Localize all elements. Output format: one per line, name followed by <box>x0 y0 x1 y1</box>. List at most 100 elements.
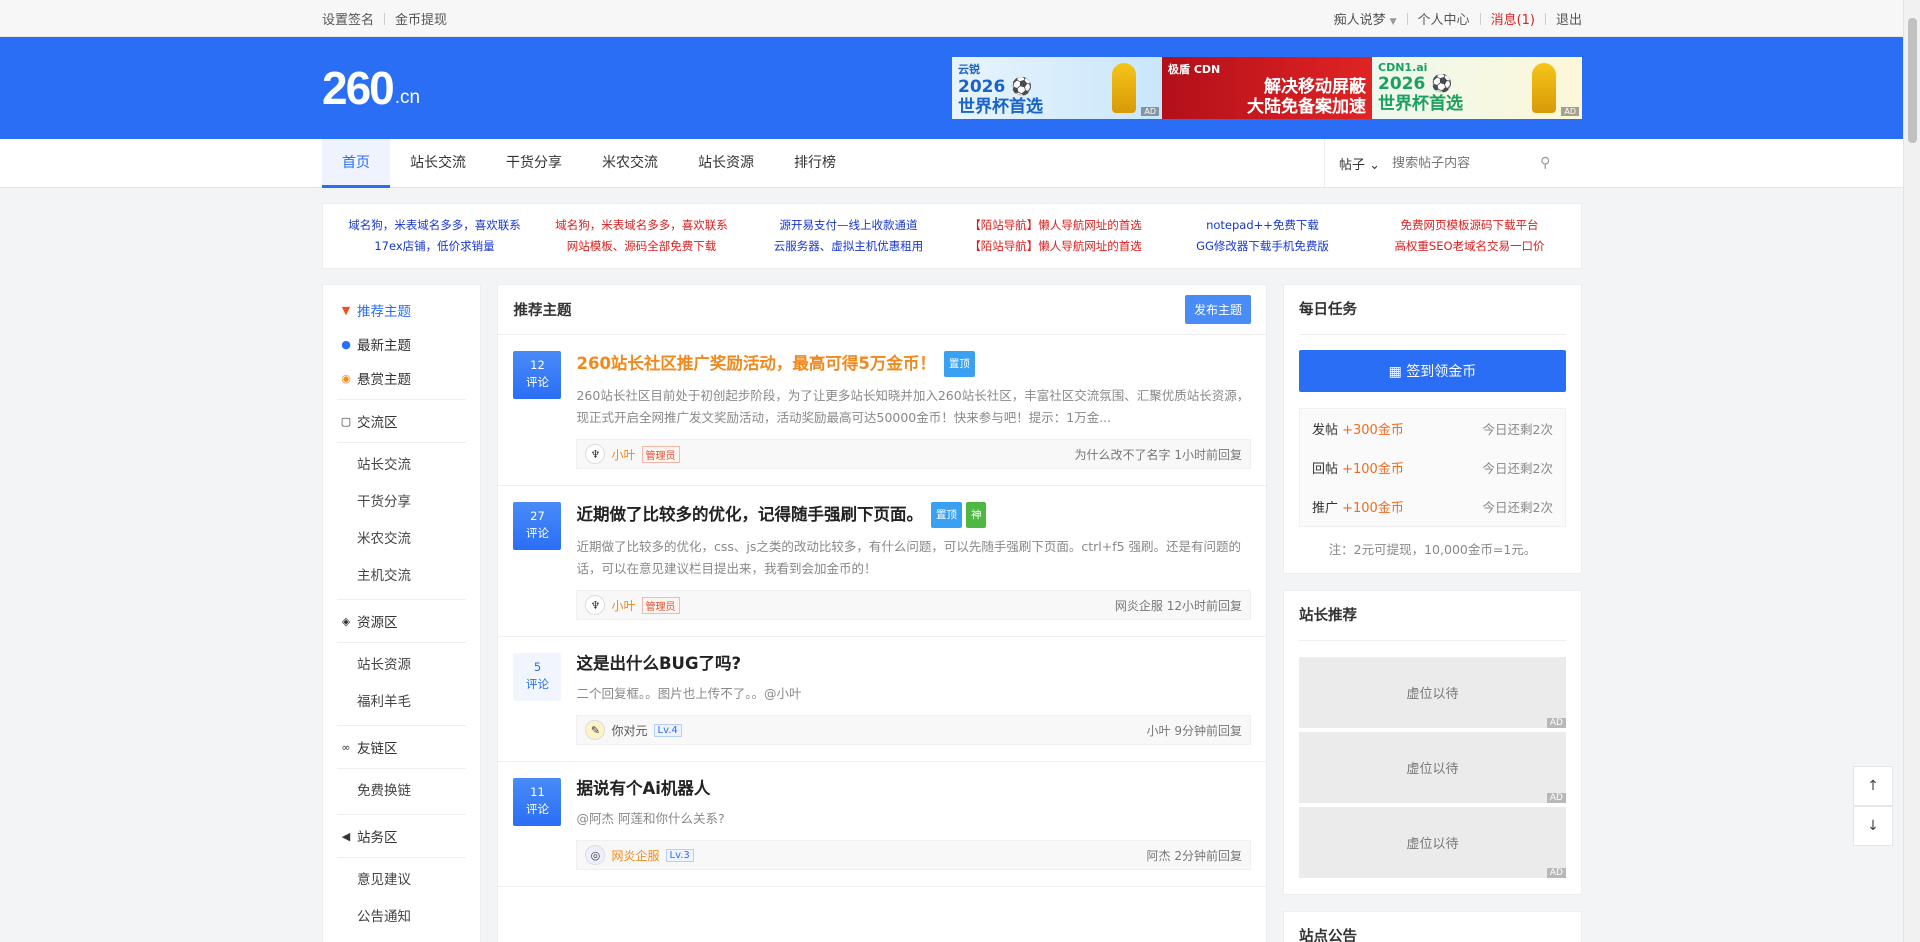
nav-home[interactable]: 首页 <box>322 139 390 188</box>
publish-topic-button[interactable]: 发布主题 <box>1184 295 1251 324</box>
left-sidebar: ▼ 推荐主题 ● 最新主题 ◉ 悬赏主题 ▢ 交流区 站长交流 干货分享 米农交流 主机… <box>322 284 482 942</box>
logout-link[interactable]: 退出 <box>1556 9 1582 28</box>
post-excerpt: 二个回复框。。图片也上传不了。。@小叶 <box>576 686 802 701</box>
task-row: 回帖 +100金币 今日还剩2次 <box>1311 461 1553 477</box>
arrow-down-icon: ↓ <box>1867 818 1879 834</box>
sidebar-item-webmaster[interactable]: 站长交流 <box>323 447 480 484</box>
avatar[interactable]: ◎ <box>585 845 606 865</box>
last-reply: 为什么改不了名字 1小时前回复 <box>1074 447 1242 462</box>
divider <box>337 642 467 643</box>
chat-icon: ▢ <box>340 414 352 428</box>
header-ad-2[interactable]: 极盾 CDN 解决移动屏蔽 大陆免备案加速 <box>1162 57 1372 119</box>
avatar[interactable]: ♆ <box>585 444 606 464</box>
author-name[interactable]: 小叶 <box>611 446 635 463</box>
divider <box>337 814 467 815</box>
sidebar-item-recommended[interactable]: ▼ 推荐主题 <box>323 293 480 327</box>
post-meta: ✎ 你对元 Lv.4 小叶 9分钟前回复 <box>576 715 1251 745</box>
text-link[interactable]: 网站模板、源码全部免费下载 <box>538 238 745 255</box>
text-link[interactable]: notepad++免费下载 <box>1159 217 1366 234</box>
scroll-top-button[interactable]: ↑ <box>1853 766 1893 806</box>
search-type-select[interactable]: 帖子 ⌄ <box>1339 154 1380 173</box>
avatar[interactable]: ✎ <box>585 720 606 740</box>
sidebar-section-title: ◀ 站务区 <box>323 819 480 853</box>
chevron-down-icon: ⌄ <box>1369 157 1381 173</box>
comment-count: 5 评论 <box>513 653 562 701</box>
author-name[interactable]: 你对元 <box>611 722 647 739</box>
author-name[interactable]: 小叶 <box>611 597 635 614</box>
card-title: 站点公告 <box>1299 912 1566 942</box>
nav-resources[interactable]: 站长资源 <box>678 139 774 187</box>
nav-webmaster-talk[interactable]: 站长交流 <box>390 139 486 187</box>
arrow-up-icon: ↑ <box>1867 778 1879 794</box>
nav-ranking[interactable]: 排行榜 <box>774 139 856 187</box>
post-excerpt: 近期做了比较多的优化，css、js之类的改动比较多，有什么问题，可以先随手强刷下… <box>576 539 1242 576</box>
list-item: 27 评论 近期做了比较多的优化，记得随手强刷下页面。 置顶神 近期做了比较多的优化… <box>498 486 1266 637</box>
sidebar-section-title: ∞ 友链区 <box>323 730 480 764</box>
main-nav: 首页 站长交流 干货分享 米农交流 站长资源 排行榜 帖子 ⌄ ⚲ <box>0 139 1920 188</box>
sidebar-item-domain[interactable]: 米农交流 <box>323 521 480 558</box>
sidebar-item-feedback[interactable]: 意见建议 <box>323 862 480 899</box>
ad-slot[interactable]: 虚位以待 AD <box>1298 807 1566 878</box>
ad-slot[interactable]: 虚位以待 AD <box>1298 657 1566 728</box>
ad-tag: AD <box>1546 793 1566 803</box>
layers-icon: ◈ <box>341 614 351 628</box>
text-link[interactable]: 免费网页模板源码下载平台 <box>1366 217 1573 234</box>
text-link[interactable]: 域名狗，米表域名多多，喜欢联系 <box>538 217 745 234</box>
withdraw-link[interactable]: 金币提现 <box>395 9 447 28</box>
recommend-card: 站长推荐 虚位以待 AD 虚位以待 AD 虚位以待 AD <box>1282 590 1582 895</box>
text-link[interactable]: 云服务器、虚拟主机优惠租用 <box>745 238 952 255</box>
user-menu[interactable]: 痴人说梦 ▼ <box>1334 9 1397 28</box>
nav-domain-talk[interactable]: 米农交流 <box>582 139 678 187</box>
search-input[interactable] <box>1392 155 1533 171</box>
site-logo[interactable]: 260 .cn <box>322 65 420 111</box>
sidebar-item-hosting[interactable]: 主机交流 <box>323 558 480 595</box>
text-link[interactable]: 源开易支付—线上收款通道 <box>745 217 952 234</box>
messages-link[interactable]: 消息(1) <box>1491 9 1535 28</box>
text-link[interactable]: 域名狗，米表域名多多，喜欢联系 <box>331 217 538 234</box>
text-link[interactable]: GG修改器下载手机免费版 <box>1159 238 1366 255</box>
sidebar-item-tips[interactable]: 干货分享 <box>323 484 480 521</box>
sidebar-item-freebies[interactable]: 福利羊毛 <box>323 684 480 721</box>
post-title[interactable]: 260站长社区推广奖励活动，最高可得5万金币！ 置顶 <box>576 351 1250 377</box>
search-icon[interactable]: ⚲ <box>1540 155 1550 171</box>
featured-badge: 神 <box>965 502 987 528</box>
text-link[interactable]: 17ex店铺，低价求销量 <box>331 238 538 255</box>
profile-link[interactable]: 个人中心 <box>1418 9 1470 28</box>
divider <box>1479 12 1481 25</box>
divider <box>337 442 467 443</box>
text-link[interactable]: 【陌站导航】懒人导航网址的首选 <box>952 217 1159 234</box>
sidebar-item-resources[interactable]: 站长资源 <box>323 647 480 684</box>
scrollbar-thumb[interactable] <box>1908 18 1917 143</box>
divider <box>337 725 467 726</box>
sign-in-button[interactable]: ▦ 签到领金币 <box>1298 350 1566 392</box>
divider <box>337 599 467 600</box>
nav-tips[interactable]: 干货分享 <box>486 139 582 187</box>
post-excerpt: @阿杰 阿莲和你什么关系? <box>576 811 725 826</box>
role-badge: 管理员 <box>641 445 680 463</box>
divider <box>384 12 386 25</box>
post-title[interactable]: 近期做了比较多的优化，记得随手强刷下页面。 置顶神 <box>576 502 1250 528</box>
sidebar-item-link-exchange[interactable]: 免费换链 <box>323 773 480 810</box>
ad-slot[interactable]: 虚位以待 AD <box>1298 732 1566 803</box>
post-meta: ◎ 网炎企服 Lv.3 阿杰 2分钟前回复 <box>576 840 1251 870</box>
topic-list: 推荐主题 发布主题 12 评论 260站长社区推广奖励活动，最高可得5万金币！ 置顶… <box>497 284 1267 942</box>
notice-card: 站点公告 <box>1282 911 1582 942</box>
list-item: 11 评论 据说有个Ai机器人 @阿杰 阿莲和你什么关系? ◎ 网炎企服 Lv.3 阿… <box>498 762 1266 887</box>
sidebar-item-latest[interactable]: ● 最新主题 <box>323 327 480 361</box>
scrollbar[interactable] <box>1903 0 1920 942</box>
scroll-bottom-button[interactable]: ↓ <box>1853 806 1893 846</box>
text-link[interactable]: 高权重SEO老域名交易一口价 <box>1366 238 1573 255</box>
header-ad-3[interactable]: CDN1.ai 2026 ⚽ 世界杯首选 AD <box>1372 57 1582 119</box>
post-title[interactable]: 这是出什么BUG了吗? <box>576 653 1250 675</box>
avatar[interactable]: ♆ <box>585 595 606 615</box>
post-title[interactable]: 据说有个Ai机器人 <box>576 778 1250 800</box>
sidebar-item-announcements[interactable]: 公告通知 <box>323 899 480 936</box>
text-link[interactable]: 【陌站导航】懒人导航网址的首选 <box>952 238 1159 255</box>
set-signature-link[interactable]: 设置签名 <box>322 9 374 28</box>
author-name[interactable]: 网炎企服 <box>611 847 659 864</box>
header-ad-1[interactable]: 云锐 2026 ⚽ 世界杯首选 AD <box>952 57 1162 119</box>
last-reply: 网炎企服 12小时前回复 <box>1114 598 1242 613</box>
list-item: 5 评论 这是出什么BUG了吗? 二个回复框。。图片也上传不了。。@小叶 ✎ 你对元… <box>498 637 1266 762</box>
top-bar: 设置签名 金币提现 痴人说梦 ▼ 个人中心 消息(1) 退出 <box>0 0 1920 37</box>
sidebar-item-bounty[interactable]: ◉ 悬赏主题 <box>323 361 480 395</box>
